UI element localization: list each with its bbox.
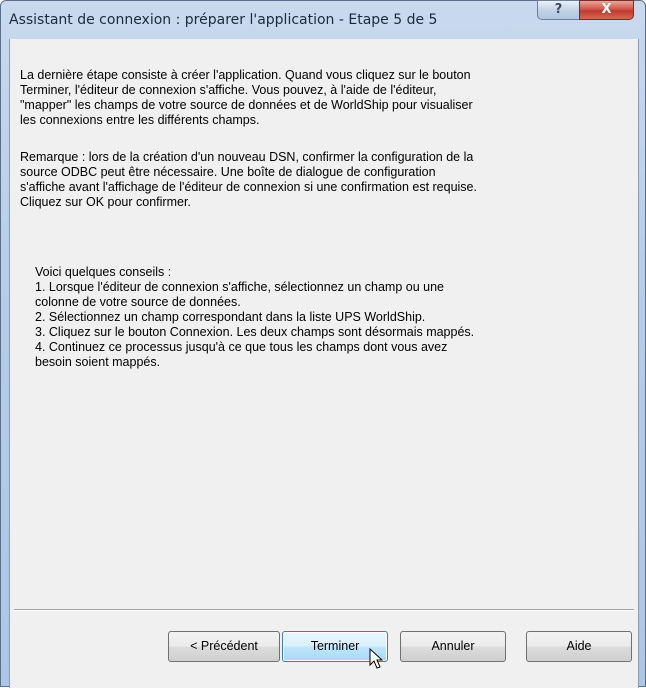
- title-close-button[interactable]: X: [579, 0, 634, 20]
- help-button[interactable]: Aide: [526, 631, 632, 662]
- title-bar[interactable]: Assistant de connexion : préparer l'appl…: [1, 0, 645, 39]
- question-mark-icon: ?: [554, 2, 563, 17]
- button-separator: [14, 609, 634, 611]
- previous-button[interactable]: < Précédent: [168, 631, 280, 662]
- close-icon: X: [601, 2, 612, 17]
- tips-list: Voici quelques conseils : 1. Lorsque l'é…: [35, 265, 475, 369]
- cancel-button[interactable]: Annuler: [400, 631, 506, 662]
- dialog-body: La dernière étape consiste à créer l'app…: [9, 39, 639, 688]
- wizard-window: Assistant de connexion : préparer l'appl…: [0, 0, 646, 688]
- title-help-button[interactable]: ?: [537, 0, 580, 20]
- mouse-cursor-icon: [369, 648, 383, 669]
- window-title: Assistant de connexion : préparer l'appl…: [9, 12, 438, 28]
- note-paragraph: Remarque : lors de la création d'un nouv…: [20, 150, 477, 209]
- intro-paragraph: La dernière étape consiste à créer l'app…: [20, 68, 473, 127]
